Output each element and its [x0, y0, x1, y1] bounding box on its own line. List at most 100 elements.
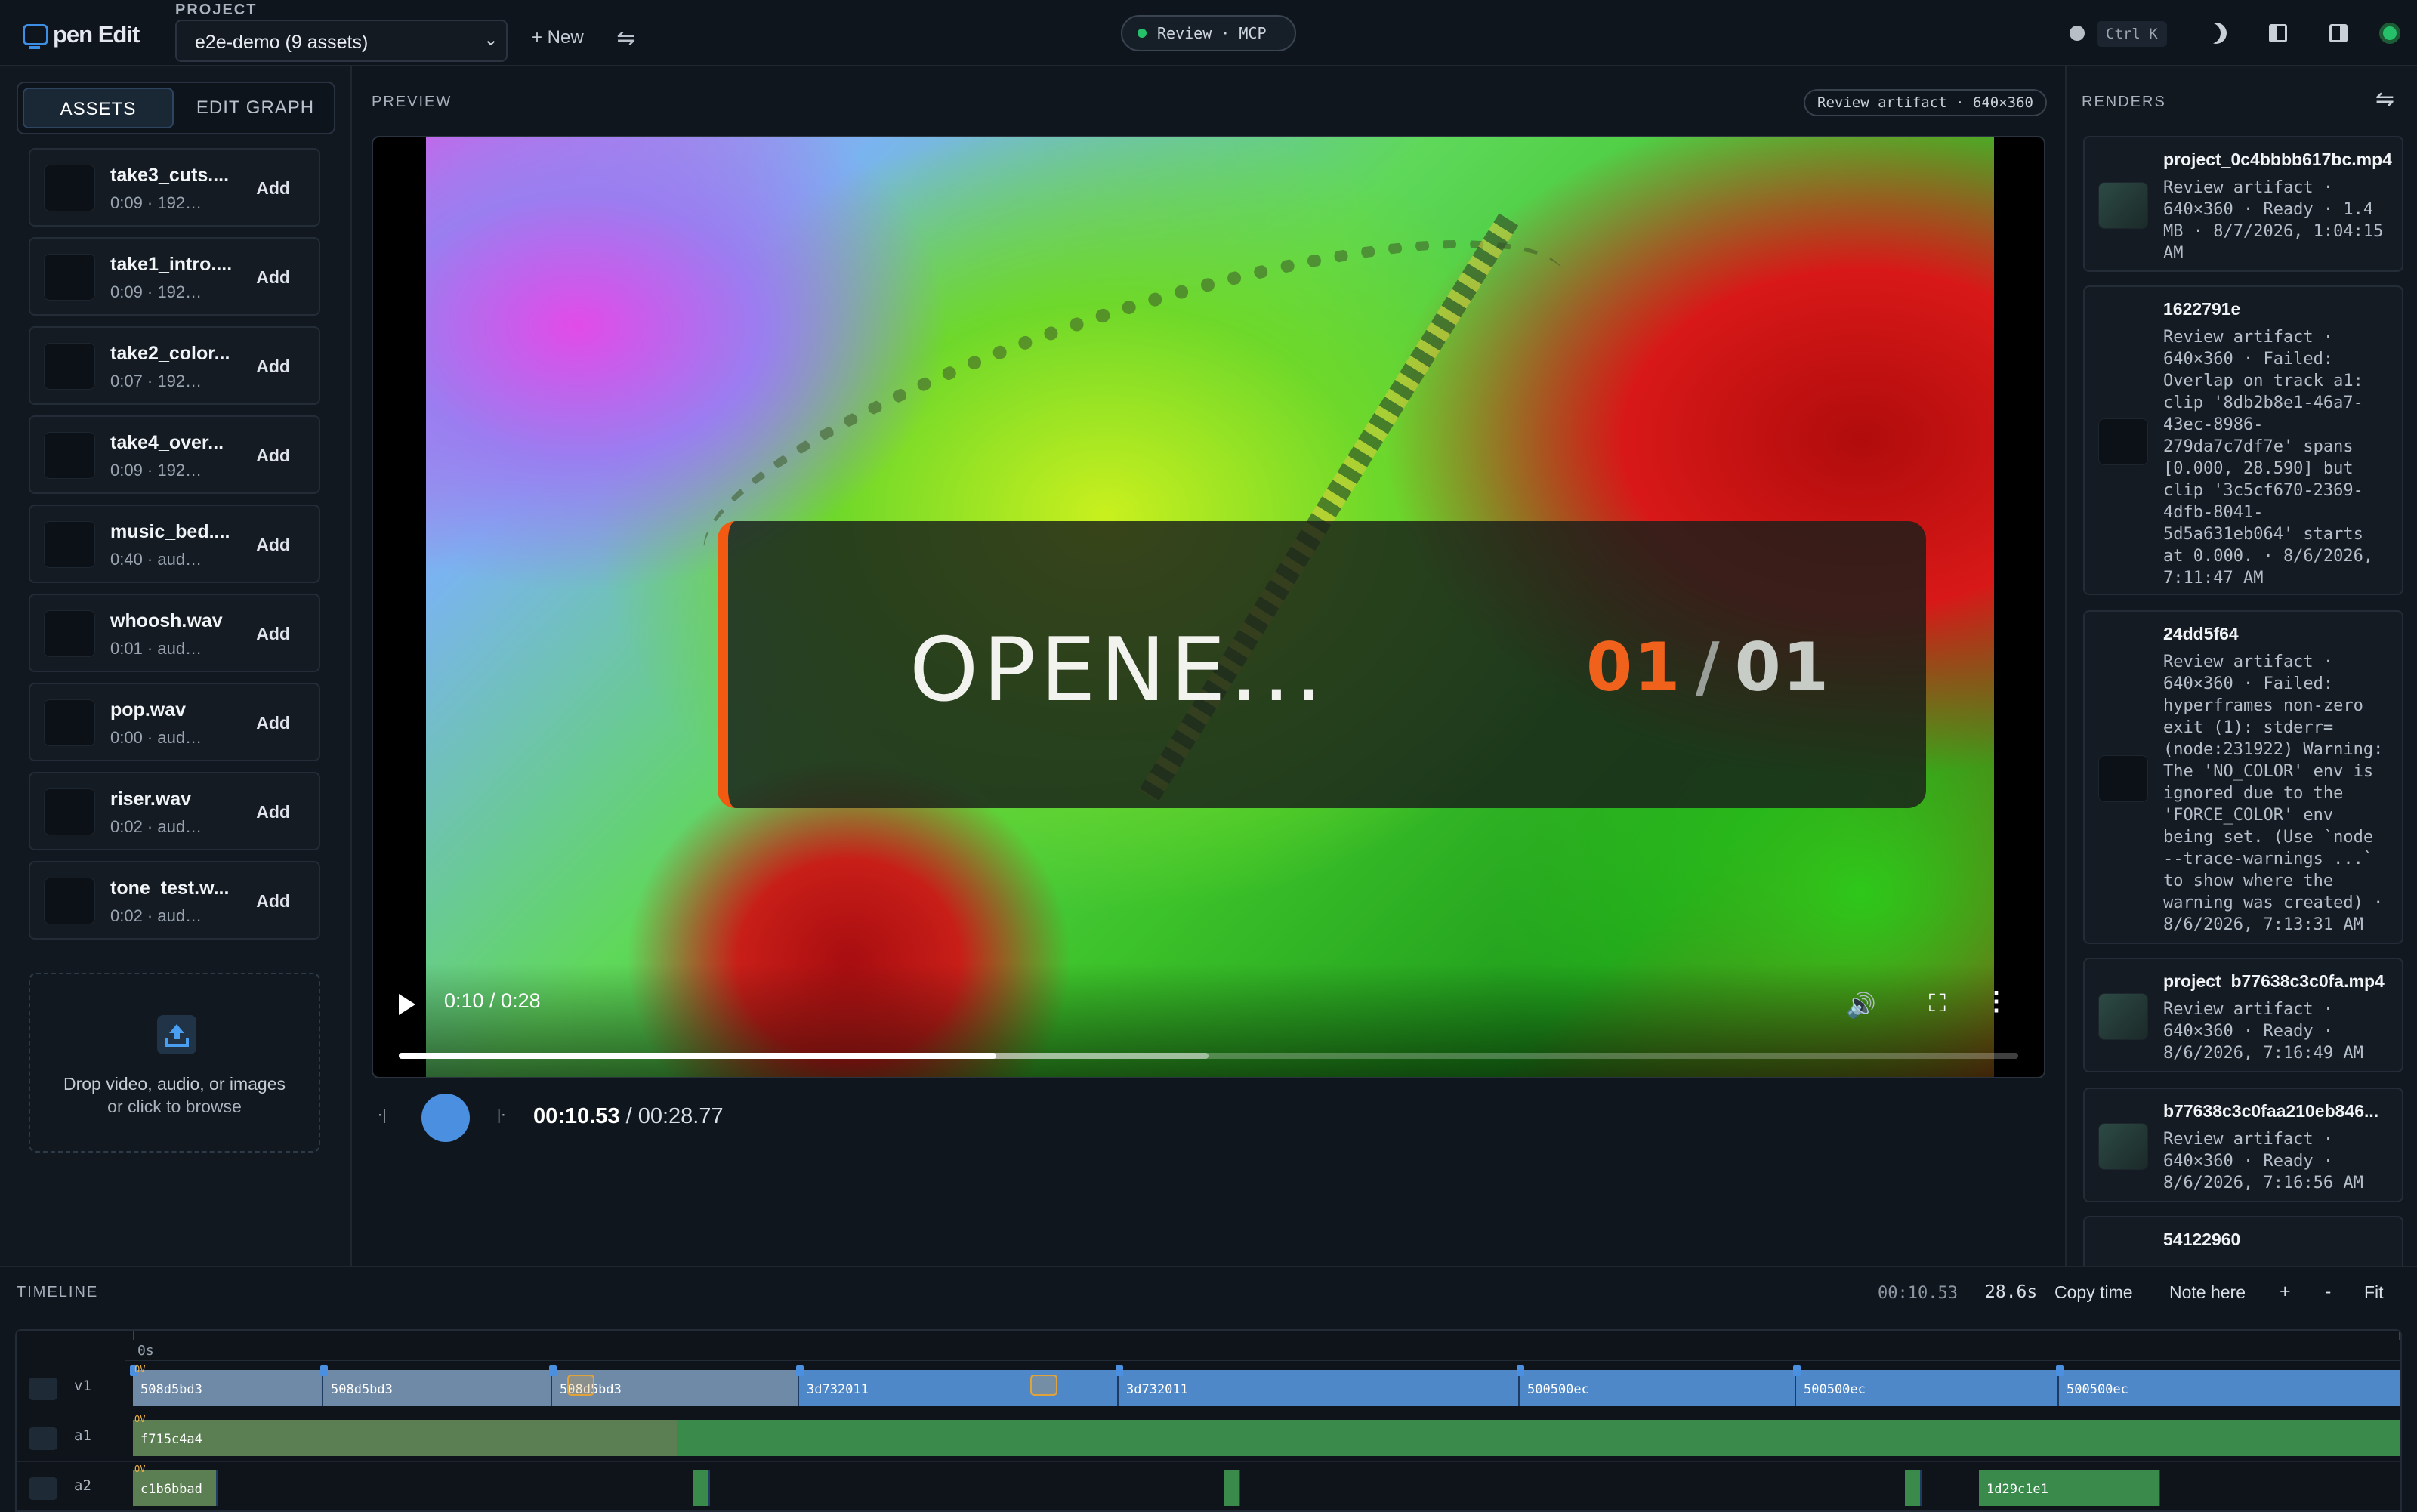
render-meta: Review artifact · 640×360 · Ready · 8/6/…	[2163, 1130, 2363, 1193]
panel-left-icon[interactable]	[2269, 24, 2287, 42]
add-asset-button[interactable]: Add	[256, 267, 290, 288]
asset-item[interactable]: pop.wav 0:00 · aud… Add	[29, 683, 320, 761]
clip-handle[interactable]	[1793, 1365, 1801, 1376]
render-item[interactable]: 24dd5f64 Review artifact · 640×360 · Fail…	[2083, 610, 2403, 944]
clip-handle[interactable]	[2056, 1365, 2064, 1376]
timeline-clip[interactable]: 1d29c1e1	[1979, 1470, 2160, 1506]
timeline-clip[interactable]: 500500ec	[1520, 1370, 1796, 1406]
clip-handle[interactable]	[796, 1365, 804, 1376]
timeline-tracks[interactable]: 0s5s10s15s20s2 v1508d5bd3508d5bd3508d5bd…	[15, 1329, 2402, 1512]
clip-handle[interactable]	[1116, 1365, 1123, 1376]
timeline-clip[interactable]: 500500ec	[2059, 1370, 2400, 1406]
asset-item[interactable]: tone_test.w... 0:02 · aud… Add	[29, 861, 320, 940]
audio-blip[interactable]	[1905, 1470, 1922, 1506]
left-sidebar: ASSETS EDIT GRAPH take3_cuts.... 0:09 · 1…	[0, 66, 352, 1266]
asset-item[interactable]: take3_cuts.... 0:09 · 192… Add	[29, 148, 320, 227]
asset-thumbnail	[44, 699, 95, 746]
render-item[interactable]: 1622791e Review artifact · 640×360 · Fail…	[2083, 285, 2403, 595]
add-asset-button[interactable]: Add	[256, 356, 290, 377]
render-meta: Review artifact · 640×360 · Ready · 8/6/…	[2163, 1000, 2363, 1063]
copy-time-button[interactable]: Copy time	[2054, 1282, 2133, 1303]
timeline-ruler[interactable]: 0s5s10s15s20s2	[125, 1331, 2400, 1361]
audio-blip[interactable]	[1224, 1470, 1240, 1506]
asset-item[interactable]: music_bed.... 0:40 · aud… Add	[29, 505, 320, 583]
tab-assets[interactable]: ASSETS	[23, 88, 174, 128]
add-asset-button[interactable]: Add	[256, 446, 290, 466]
project-select[interactable]: e2e-demo (9 assets) ⌄	[175, 20, 508, 62]
video-player[interactable]: OPENE... 01/01 0:10 / 0:28 🔊 ⛶ ⋮	[372, 136, 2045, 1078]
theme-moon-icon[interactable]	[2206, 23, 2227, 44]
player-progress-bar[interactable]	[399, 1053, 2018, 1059]
zoom-out-button[interactable]: -	[2325, 1281, 2331, 1303]
timeline-clip[interactable]: 500500ec	[1796, 1370, 2059, 1406]
add-asset-button[interactable]: Add	[256, 624, 290, 644]
render-title: 54122960	[2163, 1230, 2241, 1249]
more-options-icon[interactable]: ⋮	[1983, 986, 2009, 1017]
add-asset-button[interactable]: Add	[256, 535, 290, 555]
timeline-clip[interactable]: c1b6bbad	[133, 1470, 218, 1506]
add-asset-button[interactable]: Add	[256, 891, 290, 912]
play-pause-button[interactable]	[421, 1094, 470, 1142]
tab-edit-graph[interactable]: EDIT GRAPH	[178, 88, 332, 128]
asset-thumbnail	[44, 878, 95, 924]
new-project-button[interactable]: + New	[532, 27, 584, 48]
zoom-fit-button[interactable]: Fit	[2364, 1282, 2384, 1303]
app-logo[interactable]: pen Edit	[23, 21, 140, 49]
timeline-clip[interactable]: 508d5bd3	[323, 1370, 552, 1406]
note-here-button[interactable]: Note here	[2169, 1282, 2246, 1303]
render-meta: Review artifact · 640×360 · Ready · 1.4 …	[2163, 178, 2384, 263]
track-name: a1	[74, 1427, 91, 1444]
shortcut-badge[interactable]: Ctrl K	[2097, 21, 2167, 47]
marker-icon[interactable]	[567, 1375, 594, 1396]
volume-icon[interactable]: 🔊	[1846, 991, 1876, 1020]
add-asset-button[interactable]: Add	[256, 178, 290, 199]
play-icon[interactable]	[399, 994, 415, 1015]
track-toggle[interactable]	[29, 1378, 57, 1400]
asset-item[interactable]: riser.wav 0:02 · aud… Add	[29, 772, 320, 850]
track-toggle[interactable]	[29, 1477, 57, 1500]
zoom-in-button[interactable]: +	[2280, 1281, 2291, 1303]
ruler-tick	[2399, 1331, 2400, 1340]
connection-dot-icon	[2070, 26, 2085, 41]
marker-icon[interactable]	[1030, 1375, 1057, 1396]
ov-tag: OV	[134, 1414, 146, 1424]
render-item[interactable]: b77638c3c0faa210eb846... Review artifact …	[2083, 1088, 2403, 1202]
timeline-clip[interactable]: 3d732011	[1119, 1370, 1520, 1406]
skip-back-icon[interactable]: ⋅|	[378, 1106, 387, 1125]
review-mcp-pill[interactable]: Review · MCP	[1121, 15, 1296, 51]
timeline-clip[interactable]: 3d732011	[799, 1370, 1119, 1406]
track-toggle[interactable]	[29, 1427, 57, 1450]
timeline-clip[interactable]: 508d5bd3	[133, 1370, 323, 1406]
render-item[interactable]: project_b77638c3c0fa.mp4 Review artifact …	[2083, 958, 2403, 1072]
asset-item[interactable]: take2_color... 0:07 · 192… Add	[29, 326, 320, 405]
logo-icon	[23, 24, 48, 49]
render-item[interactable]: project_0c4bbbb617bc.mp4 Review artifact …	[2083, 136, 2403, 272]
skip-forward-icon[interactable]: |⋅	[497, 1106, 506, 1125]
asset-meta: 0:09 · 192…	[110, 193, 202, 212]
upload-dropzone[interactable]: Drop video, audio, or images or click to…	[29, 973, 320, 1153]
sync-icon[interactable]: ⇋	[613, 26, 639, 51]
clip-handle[interactable]	[549, 1365, 557, 1376]
render-thumbnail	[2098, 182, 2148, 229]
add-asset-button[interactable]: Add	[256, 713, 290, 733]
add-asset-button[interactable]: Add	[256, 802, 290, 822]
audio-blip[interactable]	[693, 1470, 710, 1506]
renders-label: RENDERS	[2082, 94, 2166, 110]
fullscreen-icon[interactable]: ⛶	[1929, 989, 1946, 1018]
overlay-count-separator: /	[1695, 628, 1721, 706]
asset-meta: 0:09 · 192…	[110, 282, 202, 301]
artifact-badge: Review artifact · 640×360	[1804, 89, 2047, 116]
asset-item[interactable]: whoosh.wav 0:01 · aud… Add	[29, 594, 320, 672]
render-item[interactable]: 54122960	[2083, 1216, 2403, 1266]
asset-meta: 0:01 · aud…	[110, 639, 202, 658]
panel-right-icon[interactable]	[2329, 24, 2348, 42]
player-time: 0:10 / 0:28	[444, 989, 541, 1012]
clip-handle[interactable]	[320, 1365, 328, 1376]
overlay-title: OPENE...	[909, 619, 1328, 721]
asset-thumbnail	[44, 432, 95, 479]
timeline-current-time: 00:10.53	[1878, 1284, 1958, 1303]
asset-item[interactable]: take1_intro.... 0:09 · 192… Add	[29, 237, 320, 316]
clip-handle[interactable]	[1517, 1365, 1524, 1376]
refresh-icon[interactable]: ⇋	[2375, 86, 2394, 113]
asset-item[interactable]: take4_over... 0:09 · 192… Add	[29, 415, 320, 494]
